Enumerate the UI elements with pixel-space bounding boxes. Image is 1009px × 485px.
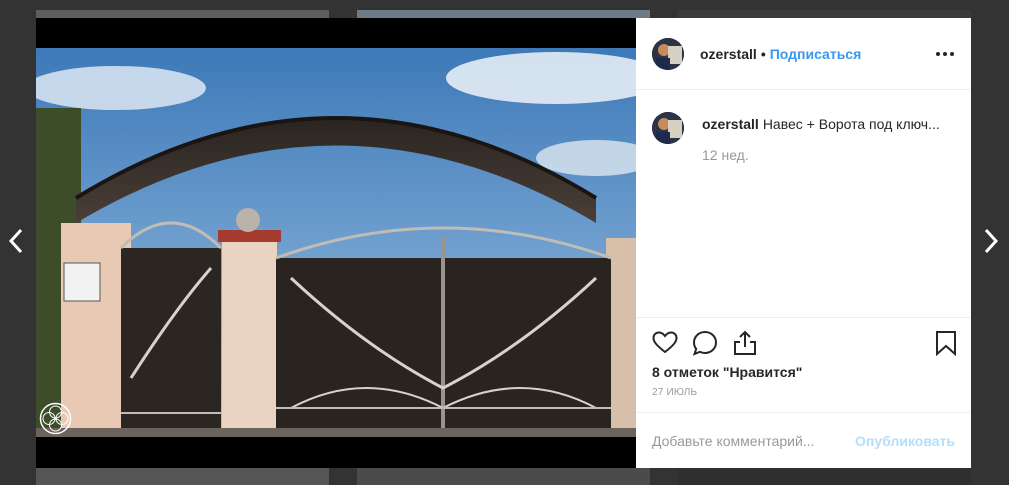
background-post-tile: [36, 468, 329, 485]
background-post-tile: [678, 468, 971, 485]
post-sidebar: ozerstall • Подписаться ozerstall Навес …: [636, 18, 971, 468]
publish-button[interactable]: Опубликовать: [855, 433, 955, 449]
save-button[interactable]: [935, 330, 957, 357]
previous-post-button[interactable]: [4, 228, 28, 258]
separator-dot: •: [760, 45, 766, 62]
action-icons: [652, 328, 955, 358]
comment-username-link[interactable]: ozerstall: [702, 116, 759, 132]
comment-button[interactable]: [692, 330, 718, 356]
likes-count[interactable]: 8 отметок "Нравится": [652, 364, 955, 380]
next-post-button[interactable]: [979, 228, 1003, 258]
caption-text: Навес + Ворота под ключ...: [762, 116, 940, 132]
author-avatar[interactable]: [652, 37, 684, 70]
follow-button[interactable]: Подписаться: [770, 46, 862, 62]
share-button[interactable]: [732, 330, 758, 356]
more-options-button[interactable]: [935, 44, 955, 64]
post-image-container: [36, 18, 636, 468]
like-button[interactable]: [652, 330, 678, 356]
more-options-icon: [936, 51, 954, 56]
bookmark-icon: [936, 331, 956, 357]
add-comment-form: Опубликовать: [636, 412, 971, 468]
caption-text-container: ozerstall Навес + Ворота под ключ...: [702, 115, 940, 133]
chevron-right-icon: [984, 228, 999, 254]
background-post-tile: [357, 468, 650, 485]
comment-timestamp[interactable]: 12 нед.: [702, 147, 940, 163]
post-modal: ozerstall • Подписаться ozerstall Навес …: [36, 18, 971, 468]
comment-icon: [692, 330, 718, 356]
comment-input[interactable]: [652, 432, 856, 449]
chevron-left-icon: [8, 228, 23, 254]
author-username-link[interactable]: ozerstall: [700, 46, 757, 62]
post-image[interactable]: [36, 48, 636, 437]
post-header: ozerstall • Подписаться: [636, 18, 971, 90]
post-date[interactable]: 27 ИЮЛЬ: [652, 387, 955, 398]
comment-body: ozerstall Навес + Ворота под ключ... 12 н…: [702, 112, 940, 163]
comment-avatar[interactable]: [652, 112, 684, 144]
share-icon: [734, 330, 756, 355]
post-actions: 8 отметок "Нравится" 27 ИЮЛЬ: [636, 317, 971, 412]
heart-icon: [652, 331, 678, 354]
caption-comment: ozerstall Навес + Ворота под ключ... 12 н…: [652, 112, 955, 163]
comments-list: ozerstall Навес + Ворота под ключ... 12 н…: [636, 90, 971, 317]
watermark-logo-icon: [39, 402, 72, 435]
